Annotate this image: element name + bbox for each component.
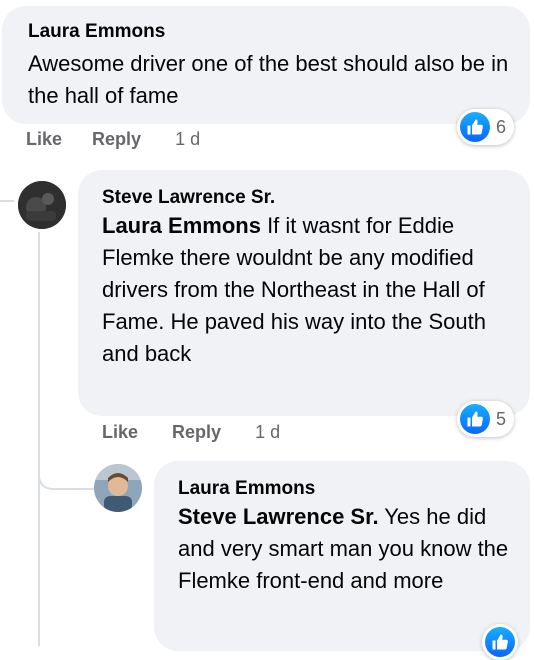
comment-text: Steve Lawrence Sr. Yes he did and very s… [178, 501, 514, 597]
reaction-count: 6 [496, 116, 507, 137]
mention-link[interactable]: Steve Lawrence Sr. [178, 504, 379, 529]
comment-actions: Like Reply 1 d [26, 129, 200, 150]
comment-timestamp[interactable]: 1 d [175, 129, 200, 150]
thumbs-up-icon [460, 112, 490, 142]
thumbs-up-icon [485, 627, 515, 657]
reaction-summary[interactable] [482, 624, 518, 660]
thumbs-up-icon [460, 404, 490, 434]
thread-branch [38, 458, 96, 490]
reaction-summary[interactable]: 6 [457, 109, 515, 145]
comment-timestamp[interactable]: 1 d [255, 422, 280, 443]
comment-text: Laura Emmons If it wasnt for Eddie Flemk… [102, 210, 514, 370]
avatar[interactable] [18, 181, 66, 229]
reaction-summary[interactable]: 5 [457, 401, 515, 437]
comment-actions: Like Reply 1 d [102, 422, 280, 443]
like-button[interactable]: Like [102, 422, 138, 443]
avatar[interactable] [94, 464, 142, 512]
reaction-count: 5 [496, 408, 507, 429]
comment-author[interactable]: Laura Emmons [178, 477, 514, 501]
thread-line [38, 232, 40, 646]
like-button[interactable]: Like [26, 129, 62, 150]
mention-link[interactable]: Laura Emmons [102, 213, 261, 238]
comment-text: Awesome driver one of the best should al… [28, 51, 509, 108]
comment-bubble: Laura Emmons Steve Lawrence Sr. Yes he d… [154, 461, 530, 651]
reply-button[interactable]: Reply [172, 422, 221, 443]
comment-author[interactable]: Steve Lawrence Sr. [102, 186, 514, 210]
reply-button[interactable]: Reply [92, 129, 141, 150]
comment-bubble: Steve Lawrence Sr. Laura Emmons If it wa… [78, 170, 530, 416]
comment-bubble: Laura Emmons Awesome driver one of the b… [2, 6, 530, 124]
thread-branch-top [0, 200, 14, 202]
comment-author[interactable]: Laura Emmons [28, 20, 510, 44]
